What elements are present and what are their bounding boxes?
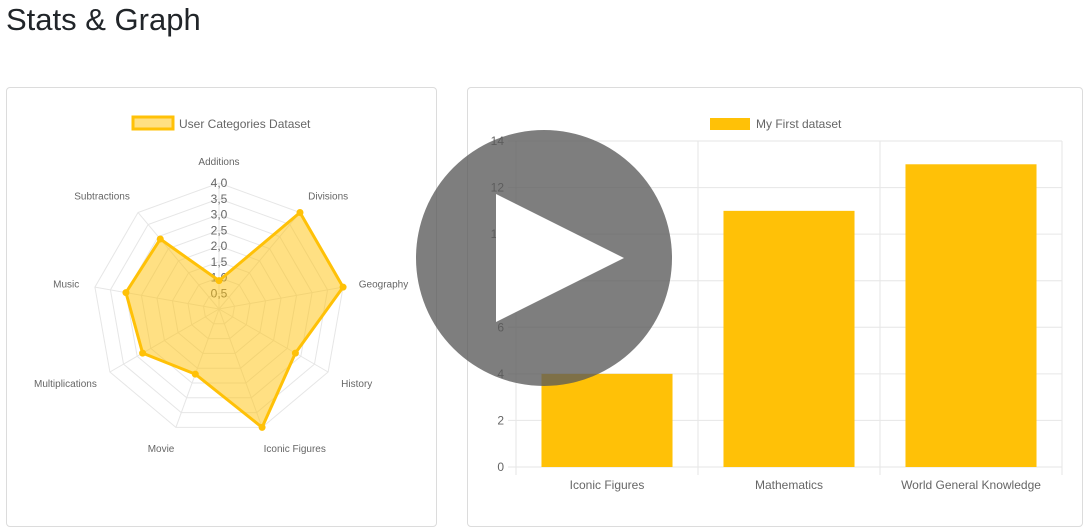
bar-legend[interactable]: My First dataset (710, 117, 842, 131)
radar-point[interactable] (258, 423, 266, 431)
play-button[interactable] (416, 130, 672, 386)
bar-category-label: Mathematics (755, 478, 823, 492)
radar-tick-label: 3,5 (211, 192, 228, 206)
radar-category-label: Divisions (308, 192, 348, 203)
radar-category-label: Geography (359, 279, 408, 290)
radar-tick-label: 3,0 (211, 208, 228, 222)
radar-category-label: Music (53, 279, 79, 290)
radar-category-label: Subtractions (74, 192, 130, 203)
radar-tick-label: 1,5 (211, 255, 228, 269)
radar-legend-label: User Categories Dataset (179, 117, 311, 131)
radar-point[interactable] (122, 289, 130, 297)
radar-point[interactable] (191, 370, 199, 378)
bar-y-tick-label: 2 (497, 413, 504, 427)
radar-point[interactable] (139, 349, 147, 357)
radar-point[interactable] (296, 208, 304, 216)
radar-tick-label: 2,0 (211, 239, 228, 253)
bar-category-label: Iconic Figures (570, 478, 645, 492)
page-title: Stats & Graph (6, 2, 201, 37)
bar-category-labels: Iconic Figures Mathematics World General K… (570, 478, 1042, 492)
radar-category-label: History (341, 379, 372, 390)
radar-point[interactable] (291, 349, 299, 357)
radar-chart: User Categories Dataset 0,51,01,52,02,53… (34, 115, 408, 455)
radar-point[interactable] (339, 283, 347, 291)
radar-point[interactable] (156, 235, 164, 243)
radar-tick-label: 2,5 (211, 223, 228, 237)
radar-data-area (124, 210, 345, 429)
radar-category-label: Additions (198, 157, 239, 168)
radar-legend[interactable]: User Categories Dataset (131, 115, 311, 131)
bar-category-label: World General Knowledge (901, 478, 1041, 492)
bar-y-tick-label: 0 (497, 460, 504, 474)
radar-category-label: Multiplications (34, 379, 97, 390)
radar-chart-card: User Categories Dataset 0,51,01,52,02,53… (6, 87, 437, 527)
play-icon (496, 194, 624, 322)
radar-category-label: Movie (148, 444, 175, 455)
bar[interactable] (541, 373, 673, 467)
bar-legend-label: My First dataset (756, 117, 842, 131)
bar[interactable] (723, 210, 855, 467)
radar-tick-label: 4,0 (211, 176, 228, 190)
radar-category-label: Iconic Figures (264, 444, 326, 455)
radar-point[interactable] (215, 277, 223, 285)
bar[interactable] (905, 164, 1037, 467)
